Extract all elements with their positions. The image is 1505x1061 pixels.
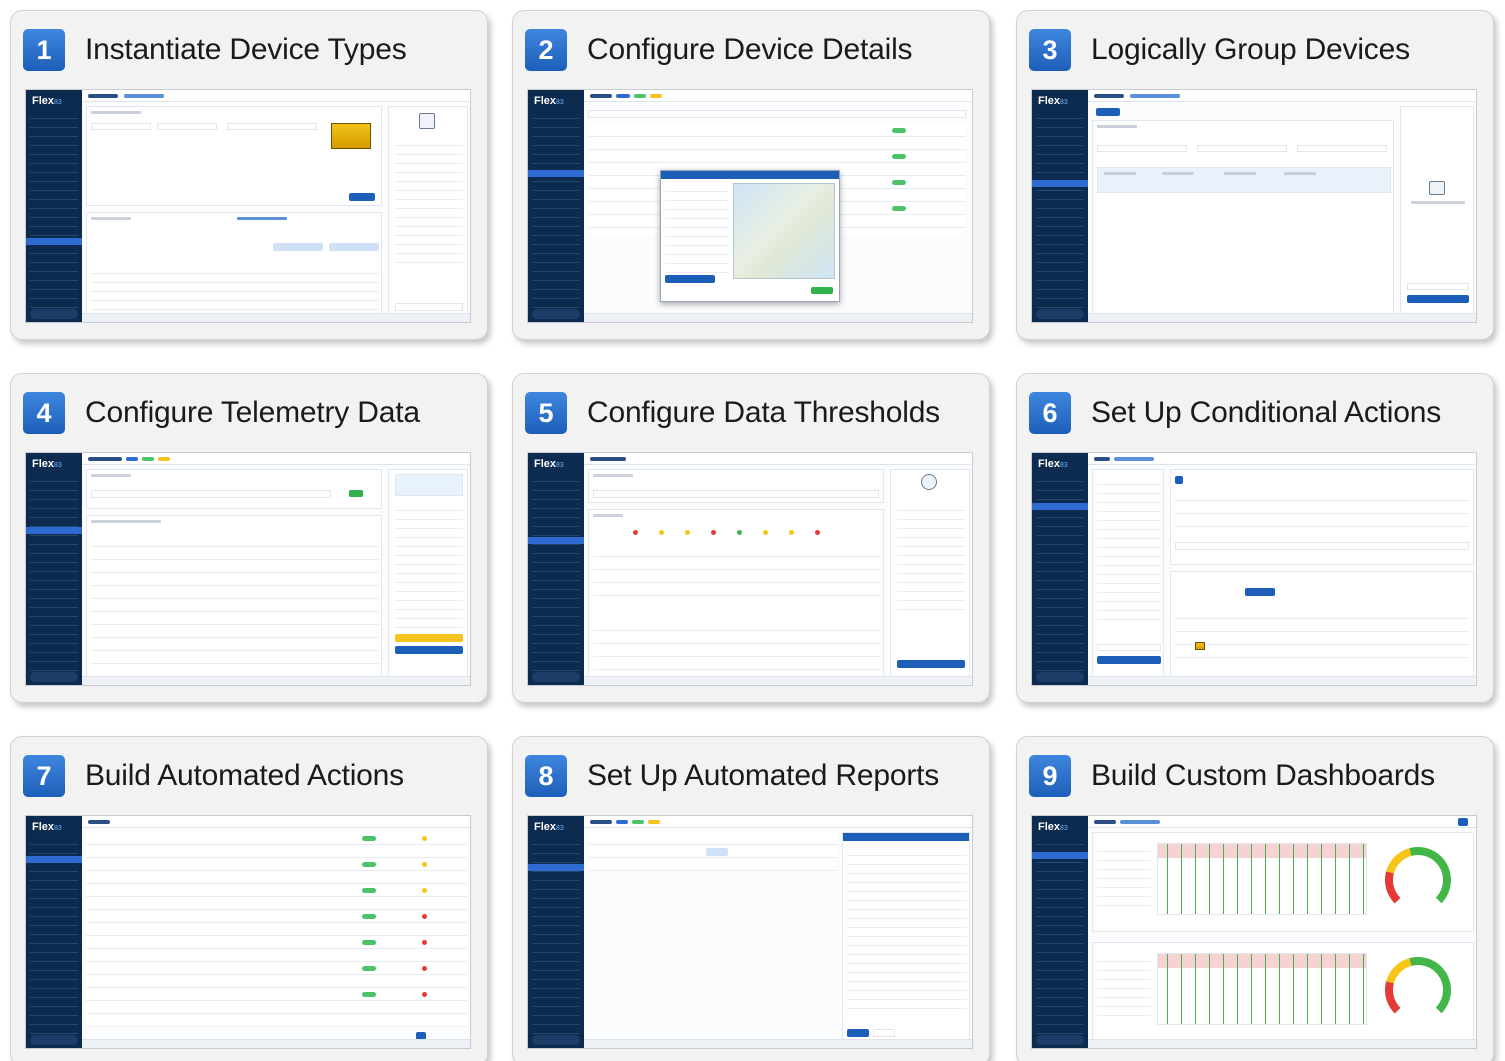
step-title: Configure Telemetry Data bbox=[85, 396, 420, 429]
device-details-dialog[interactable] bbox=[660, 170, 840, 302]
app-sidebar: Flex83 bbox=[26, 90, 82, 322]
app-logo: Flex83 bbox=[534, 821, 564, 833]
user-avatar bbox=[532, 672, 580, 682]
step-card-6: 6 Set Up Conditional Actions Flex83 bbox=[1016, 373, 1494, 703]
setup-button[interactable] bbox=[395, 634, 463, 642]
step-number-badge: 1 bbox=[23, 29, 65, 71]
current-trend-chart bbox=[1157, 953, 1367, 1025]
app-logo: Flex83 bbox=[1038, 458, 1068, 470]
app-logo: Flex83 bbox=[32, 458, 62, 470]
step-card-1: 1 Instantiate Device Types Flex83 bbox=[10, 10, 488, 340]
step-title: Build Custom Dashboards bbox=[1091, 759, 1435, 792]
step-screenshot: Flex83 bbox=[25, 452, 471, 686]
step-screenshot: Flex83 bbox=[25, 89, 471, 323]
step-number-badge: 8 bbox=[525, 755, 567, 797]
step-title: Build Automated Actions bbox=[85, 759, 404, 792]
generator-image bbox=[331, 123, 371, 149]
app-logo: Flex83 bbox=[32, 95, 62, 107]
app-sidebar: Flex83 bbox=[1032, 816, 1088, 1048]
step-header: 9 Build Custom Dashboards bbox=[1029, 751, 1485, 801]
step-header: 6 Set Up Conditional Actions bbox=[1029, 388, 1485, 438]
step-header: 1 Instantiate Device Types bbox=[23, 25, 479, 75]
user-avatar bbox=[532, 309, 580, 319]
step-card-7: 7 Build Automated Actions Flex83 bbox=[10, 736, 488, 1061]
step-screenshot: Flex83 bbox=[1031, 452, 1477, 686]
user-avatar bbox=[30, 1035, 78, 1045]
app-logo: Flex83 bbox=[1038, 821, 1068, 833]
step-card-4: 4 Configure Telemetry Data Flex83 bbox=[10, 373, 488, 703]
app-sidebar: Flex83 bbox=[26, 453, 82, 685]
user-avatar bbox=[30, 672, 78, 682]
step-title: Configure Device Details bbox=[587, 33, 913, 66]
step-header: 8 Set Up Automated Reports bbox=[525, 751, 981, 801]
user-avatar bbox=[532, 1035, 580, 1045]
step-card-8: 8 Set Up Automated Reports Flex83 bbox=[512, 736, 990, 1061]
step-number-badge: 2 bbox=[525, 29, 567, 71]
step-card-9: 9 Build Custom Dashboards Flex83 bbox=[1016, 736, 1494, 1061]
step-title: Instantiate Device Types bbox=[85, 33, 407, 66]
step-screenshot: Flex83 bbox=[1031, 89, 1477, 323]
step-number-badge: 3 bbox=[1029, 29, 1071, 71]
step-screenshot: Flex83 bbox=[527, 89, 973, 323]
step-title: Configure Data Thresholds bbox=[587, 396, 940, 429]
user-avatar bbox=[30, 309, 78, 319]
rpm-trend-chart bbox=[1157, 843, 1367, 915]
step-number-badge: 4 bbox=[23, 392, 65, 434]
step-screenshot: Flex83 bbox=[527, 452, 973, 686]
step-number-badge: 9 bbox=[1029, 755, 1071, 797]
step-header: 4 Configure Telemetry Data bbox=[23, 388, 479, 438]
step-title: Logically Group Devices bbox=[1091, 33, 1410, 66]
step-screenshot: Flex83 bbox=[25, 815, 471, 1049]
step-number-badge: 5 bbox=[525, 392, 567, 434]
app-logo: Flex83 bbox=[534, 458, 564, 470]
step-number-badge: 6 bbox=[1029, 392, 1071, 434]
app-logo: Flex83 bbox=[32, 821, 62, 833]
step-title: Set Up Automated Reports bbox=[587, 759, 940, 792]
step-number-badge: 7 bbox=[23, 755, 65, 797]
app-sidebar: Flex83 bbox=[1032, 453, 1088, 685]
step-screenshot: Flex83 bbox=[527, 815, 973, 1049]
generator-image bbox=[1195, 642, 1205, 650]
device-location-map[interactable] bbox=[733, 183, 835, 279]
alarm-clock-icon bbox=[921, 474, 937, 490]
step-card-2: 2 Configure Device Details Flex83 bbox=[512, 10, 990, 340]
step-header: 2 Configure Device Details bbox=[525, 25, 981, 75]
user-avatar bbox=[1036, 1035, 1084, 1045]
document-icon bbox=[419, 113, 435, 129]
app-sidebar: Flex83 bbox=[26, 816, 82, 1048]
app-sidebar: Flex83 bbox=[1032, 90, 1088, 322]
step-header: 7 Build Automated Actions bbox=[23, 751, 479, 801]
app-sidebar: Flex83 bbox=[528, 816, 584, 1048]
step-title: Set Up Conditional Actions bbox=[1091, 396, 1442, 429]
app-logo: Flex83 bbox=[1038, 95, 1068, 107]
step-card-5: 5 Configure Data Thresholds Flex83 bbox=[512, 373, 990, 703]
device-icon bbox=[1429, 181, 1445, 195]
app-sidebar: Flex83 bbox=[528, 90, 584, 322]
step-header: 5 Configure Data Thresholds bbox=[525, 388, 981, 438]
app-logo: Flex83 bbox=[534, 95, 564, 107]
step-card-3: 3 Logically Group Devices Flex83 bbox=[1016, 10, 1494, 340]
step-screenshot: Flex83 bbox=[1031, 815, 1477, 1049]
user-avatar bbox=[1036, 309, 1084, 319]
user-avatar bbox=[1036, 672, 1084, 682]
step-header: 3 Logically Group Devices bbox=[1029, 25, 1485, 75]
app-sidebar: Flex83 bbox=[528, 453, 584, 685]
